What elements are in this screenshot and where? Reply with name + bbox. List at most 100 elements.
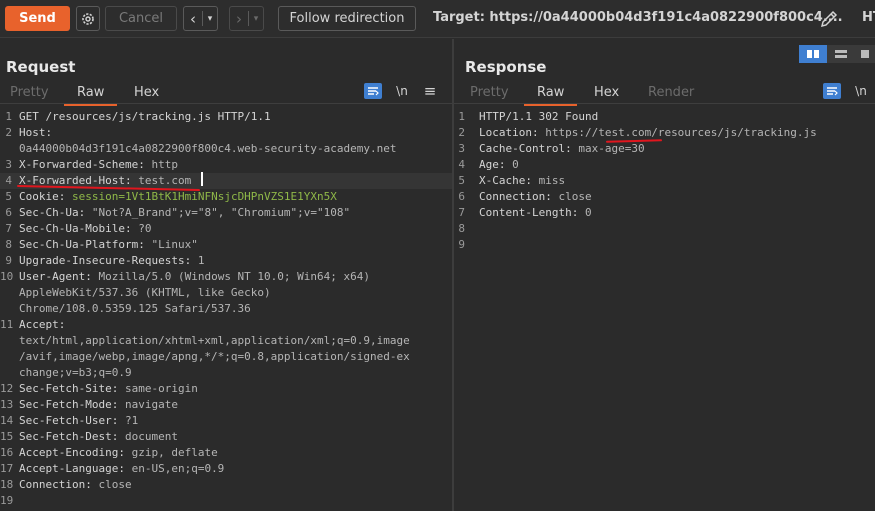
tab-pretty[interactable]: Pretty [10, 85, 49, 100]
tab-hex[interactable]: Hex [594, 85, 619, 100]
editor-line[interactable]: 5 X-Cache: miss [454, 173, 875, 189]
response-editor[interactable]: 1 HTTP/1.1 302 Found 2 Location: https://te… [454, 109, 875, 253]
editor-line[interactable]: 8 [454, 221, 875, 237]
header-separator: : [111, 414, 125, 427]
header-value: document [124, 430, 178, 443]
http-version-label[interactable]: HT [862, 10, 875, 25]
header-value: http [151, 158, 178, 171]
header-value: test.com [138, 174, 192, 187]
back-nav[interactable]: ‹ ▾ [183, 6, 218, 31]
editor-line[interactable]: Chrome/108.0.5359.125 Safari/537.36 [0, 301, 452, 317]
tab-raw[interactable]: Raw [523, 85, 578, 106]
editor-line[interactable]: 3 Cache-Control: max-age=30 [454, 141, 875, 157]
header-separator: : [525, 174, 539, 187]
newline-icon[interactable]: \n [852, 83, 870, 99]
editor-line[interactable]: 8 Sec-Ch-Ua-Platform: "Linux" [0, 237, 452, 253]
header-separator: : [85, 270, 99, 283]
editor-line[interactable]: change;v=b3;q=0.9 [0, 365, 452, 381]
header-name: GET /resources/js/tracking.js HTTP/1.1 [19, 110, 271, 123]
line-content: Accept: [19, 317, 65, 333]
editor-line[interactable]: 11 Accept: [0, 317, 452, 333]
editor-line[interactable]: 10 User-Agent: Mozilla/5.0 (Windows NT 10… [0, 269, 452, 285]
editor-line[interactable]: 14 Sec-Fetch-User: ?1 [0, 413, 452, 429]
editor-line[interactable]: 3 X-Forwarded-Scheme: http [0, 157, 452, 173]
newline-icon[interactable]: \n [393, 83, 411, 99]
header-separator: : [118, 446, 132, 459]
cancel-button[interactable]: Cancel [105, 6, 177, 31]
tab-hex[interactable]: Hex [134, 85, 159, 100]
header-name: Sec-Ch-Ua-Platform [19, 238, 139, 251]
header-separator: : [111, 430, 125, 443]
request-title: Request [6, 58, 76, 76]
header-value: en-US,en;q=0.9 [131, 462, 225, 475]
editor-line[interactable]: 17 Accept-Language: en-US,en;q=0.9 [0, 461, 452, 477]
editor-line[interactable]: 19 [0, 493, 452, 509]
format-icon[interactable] [823, 83, 841, 99]
header-value: Mozilla/5.0 (Windows NT 10.0; Win64; x64… [98, 270, 371, 283]
editor-line[interactable]: /avif,image/webp,image/apng,*/*;q=0.8,ap… [0, 349, 452, 365]
header-separator: : [78, 206, 92, 219]
header-value: /avif,image/webp,image/apng,*/*;q=0.8,ap… [19, 350, 410, 363]
header-separator: : [58, 190, 72, 203]
line-number: 16 [0, 446, 14, 459]
editor-line[interactable]: AppleWebKit/537.36 (KHTML, like Gecko) [0, 285, 452, 301]
line-number: 6 [458, 190, 465, 203]
editor-line[interactable]: 9 Upgrade-Insecure-Requests: 1 [0, 253, 452, 269]
line-content: HTTP/1.1 302 Found [479, 109, 598, 125]
editor-line[interactable]: 1 GET /resources/js/tracking.js HTTP/1.1 [0, 109, 452, 125]
line-number: 14 [0, 414, 14, 427]
editor-line[interactable]: 0a44000b04d3f191c4a0822900f800c4.web-sec… [0, 141, 452, 157]
editor-line[interactable]: text/html,application/xhtml+xml,applicat… [0, 333, 452, 349]
tab-render[interactable]: Render [648, 85, 694, 100]
line-number: 10 [0, 270, 14, 283]
line-number: 15 [0, 430, 14, 443]
chevron-down-icon[interactable]: ▾ [203, 14, 217, 24]
editor-line[interactable]: 18 Connection: close [0, 477, 452, 493]
request-editor[interactable]: 1 GET /resources/js/tracking.js HTTP/1.1 2… [0, 109, 452, 509]
header-value: "Not?A_Brand";v="8", "Chromium";v="108" [91, 206, 351, 219]
request-pane: Request Pretty Raw Hex \n ≡ 1 GET /resour… [0, 39, 452, 511]
forward-nav[interactable]: › ▾ [229, 6, 264, 31]
editor-line[interactable]: 6 Sec-Ch-Ua: "Not?A_Brand";v="8", "Chromi… [0, 205, 452, 221]
menu-icon[interactable]: ≡ [421, 82, 439, 100]
split-view-icon[interactable] [799, 45, 827, 63]
line-number: 3 [458, 142, 465, 155]
header-separator: : [138, 238, 152, 251]
editor-line[interactable]: 2 Location: https://test.com/resources/js… [454, 125, 875, 141]
header-separator: : [138, 158, 152, 171]
chevron-left-icon[interactable]: ‹ [184, 10, 202, 28]
line-content: Cookie: session=1Vt1BtK1HmiNFNsjcDHPnVZS… [19, 189, 337, 205]
editor-line[interactable]: 16 Accept-Encoding: gzip, deflate [0, 445, 452, 461]
tab-raw[interactable]: Raw [63, 85, 118, 106]
target-label[interactable]: Target: https://0a44000b04d3f191c4a08229… [433, 10, 843, 25]
format-icon[interactable] [364, 83, 382, 99]
editor-line[interactable]: 6 Connection: close [454, 189, 875, 205]
editor-line[interactable]: 1 HTTP/1.1 302 Found [454, 109, 875, 125]
line-content: Upgrade-Insecure-Requests: 1 [19, 253, 204, 269]
line-content: Location: https://test.com/resources/js/… [479, 125, 817, 141]
single-view-icon[interactable] [855, 45, 875, 63]
header-value: 0 [584, 206, 592, 219]
editor-line[interactable]: 7 Content-Length: 0 [454, 205, 875, 221]
chevron-down-icon[interactable]: ▾ [249, 14, 263, 24]
editor-line[interactable]: 9 [454, 237, 875, 253]
response-title: Response [465, 58, 547, 76]
tab-pretty[interactable]: Pretty [470, 85, 509, 100]
editor-line[interactable]: 2 Host: [0, 125, 452, 141]
header-value: 0a44000b04d3f191c4a0822900f800c4.web-sec… [19, 142, 397, 155]
editor-line[interactable]: 5 Cookie: session=1Vt1BtK1HmiNFNsjcDHPnVZ… [0, 189, 452, 205]
editor-line[interactable]: 13 Sec-Fetch-Mode: navigate [0, 397, 452, 413]
settings-button[interactable] [76, 6, 100, 31]
line-content: Sec-Ch-Ua-Platform: "Linux" [19, 237, 198, 253]
line-content: 0a44000b04d3f191c4a0822900f800c4.web-sec… [19, 141, 397, 157]
editor-line[interactable]: 7 Sec-Ch-Ua-Mobile: ?0 [0, 221, 452, 237]
pencil-icon[interactable] [818, 8, 840, 30]
header-separator: : [184, 254, 198, 267]
editor-line[interactable]: 4 Age: 0 [454, 157, 875, 173]
editor-line[interactable]: 12 Sec-Fetch-Site: same-origin [0, 381, 452, 397]
chevron-right-icon[interactable]: › [230, 10, 248, 28]
stacked-view-icon[interactable] [827, 45, 855, 63]
editor-line[interactable]: 15 Sec-Fetch-Dest: document [0, 429, 452, 445]
follow-redirection-button[interactable]: Follow redirection [278, 6, 416, 31]
send-button[interactable]: Send [5, 6, 70, 31]
